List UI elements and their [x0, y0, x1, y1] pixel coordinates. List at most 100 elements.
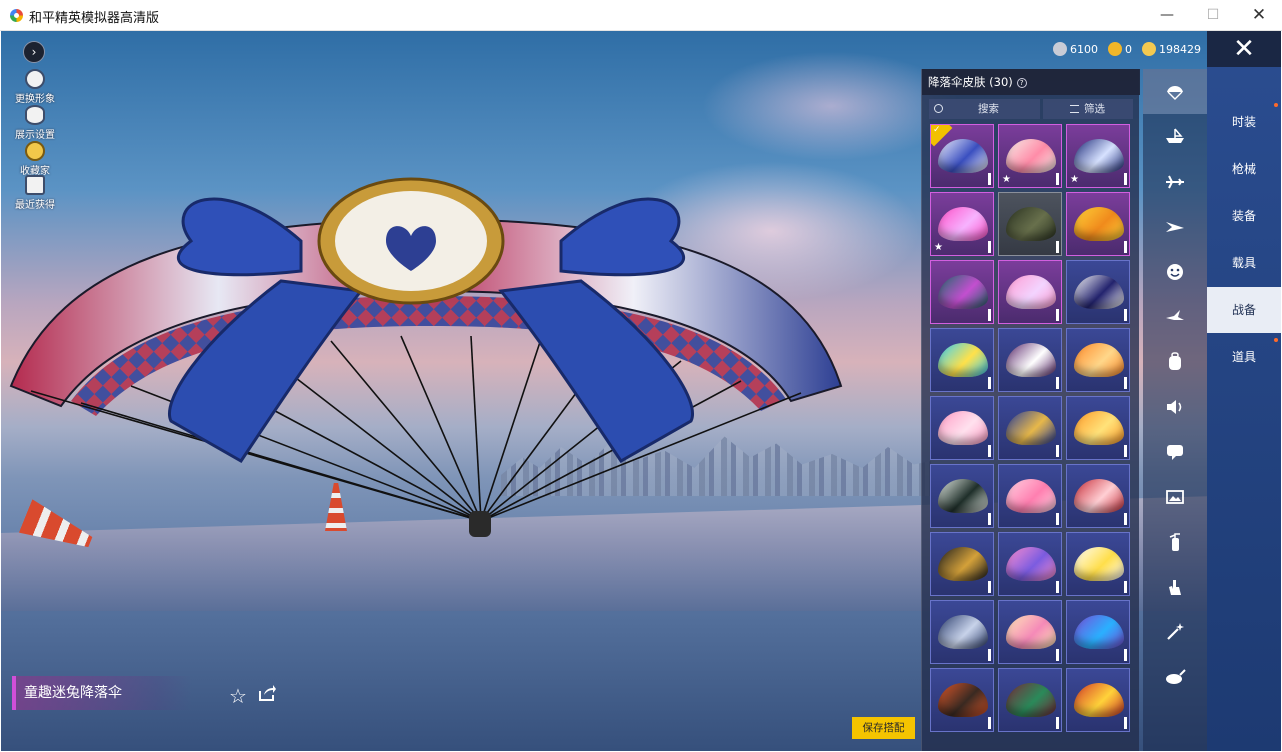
skin-tile[interactable]: [998, 192, 1062, 256]
parachute-thumbnail: [1074, 479, 1124, 513]
tab-2[interactable]: 装备: [1207, 193, 1281, 239]
skin-tile[interactable]: [998, 532, 1062, 596]
tab-0[interactable]: 时装: [1207, 99, 1281, 145]
search-button[interactable]: 搜索: [929, 99, 1040, 119]
owned-count-indicator: [988, 173, 991, 185]
magic-wand-icon: [1167, 623, 1184, 640]
filter-button[interactable]: 筛选: [1043, 99, 1133, 119]
category-button[interactable]: [1143, 564, 1207, 609]
owned-count-indicator: [1124, 717, 1127, 729]
category-button[interactable]: [1143, 114, 1207, 159]
favorite-star-icon[interactable]: ☆: [229, 684, 247, 708]
category-button[interactable]: [1143, 609, 1207, 654]
category-button[interactable]: [1143, 159, 1207, 204]
filter-icon: [1070, 105, 1079, 113]
owned-count-indicator: [1124, 309, 1127, 321]
skin-tile[interactable]: [1066, 464, 1130, 528]
skin-tile[interactable]: [998, 328, 1062, 392]
owned-count-indicator: [988, 309, 991, 321]
parachute-thumbnail: [1074, 547, 1124, 581]
skin-tile[interactable]: [1066, 192, 1130, 256]
category-button[interactable]: [1143, 69, 1207, 114]
skin-tile[interactable]: [998, 260, 1062, 324]
skin-tile[interactable]: [998, 396, 1062, 460]
skin-tile[interactable]: [1066, 396, 1130, 460]
window-title: 和平精英模拟器高清版: [29, 11, 160, 26]
tab-3[interactable]: 载具: [1207, 240, 1281, 286]
skin-tile[interactable]: [930, 668, 994, 732]
skin-tile[interactable]: ★: [930, 192, 994, 256]
category-icon-column: [1143, 69, 1207, 751]
owned-count-indicator: [1056, 377, 1059, 389]
app-logo-icon: [10, 9, 23, 22]
skin-tile[interactable]: ★: [998, 124, 1062, 188]
tab-4[interactable]: 战备: [1207, 287, 1281, 333]
window-close-button[interactable]: ✕: [1236, 0, 1282, 31]
skin-tile[interactable]: [1066, 600, 1130, 664]
owned-count-indicator: [1124, 445, 1127, 457]
owned-count-indicator: [988, 581, 991, 593]
maximize-button[interactable]: ☐: [1190, 0, 1236, 31]
tab-1[interactable]: 枪械: [1207, 146, 1281, 192]
category-button[interactable]: [1143, 654, 1207, 699]
owned-count-indicator: [988, 445, 991, 457]
speaker-icon: [1167, 400, 1182, 414]
parachute-skin-panel: 降落伞皮肤 (30)? 搜索 筛选 ✓ ★ ★ ★: [921, 69, 1140, 751]
main-tab-column: 时装枪械装备 载具 战备 道具: [1207, 67, 1281, 751]
owned-count-indicator: [988, 377, 991, 389]
parachute-thumbnail: [1074, 411, 1124, 445]
skin-tile[interactable]: [1066, 328, 1130, 392]
skin-tile[interactable]: [1066, 532, 1130, 596]
skin-tile[interactable]: [998, 464, 1062, 528]
category-button[interactable]: [1143, 294, 1207, 339]
skin-tile[interactable]: [930, 600, 994, 664]
star-icon: ★: [1002, 174, 1011, 185]
skin-tile[interactable]: [930, 328, 994, 392]
minimize-button[interactable]: —: [1144, 0, 1190, 31]
recently-acquired-button[interactable]: 最近获得: [11, 175, 59, 211]
category-button[interactable]: [1143, 429, 1207, 474]
category-button[interactable]: [1143, 474, 1207, 519]
parachute-thumbnail: [1006, 411, 1056, 445]
parachute-preview[interactable]: [1, 131, 861, 571]
plane-icon: [1166, 175, 1184, 189]
owned-count-indicator: [1056, 513, 1059, 525]
parachute-thumbnail: [938, 207, 988, 241]
tab-5[interactable]: 道具: [1207, 334, 1281, 380]
backpack-icon: [1169, 352, 1181, 370]
category-button[interactable]: [1143, 384, 1207, 429]
display-settings-button[interactable]: 展示设置: [11, 105, 59, 141]
parachute-thumbnail: [1074, 683, 1124, 717]
expand-menu-button[interactable]: ›: [23, 41, 45, 63]
currency-bar: 6100 0 198429: [1053, 39, 1201, 59]
change-appearance-button[interactable]: 更换形象: [11, 69, 59, 105]
hand-gesture-icon: [1169, 580, 1181, 595]
parachute-thumbnail: [938, 275, 988, 309]
eye-icon: [25, 105, 45, 125]
skin-tile[interactable]: [998, 668, 1062, 732]
skin-tile[interactable]: [930, 396, 994, 460]
skin-tile[interactable]: [930, 464, 994, 528]
category-button[interactable]: [1143, 339, 1207, 384]
skin-tile[interactable]: [930, 260, 994, 324]
help-icon[interactable]: ?: [1016, 77, 1027, 88]
close-wardrobe-button[interactable]: ✕: [1207, 31, 1281, 67]
tab-label: 枪械: [1231, 162, 1256, 176]
skin-tile[interactable]: ★: [1066, 124, 1130, 188]
share-icon[interactable]: [257, 683, 277, 703]
parachute-thumbnail: [1006, 275, 1056, 309]
skin-tile[interactable]: [1066, 668, 1130, 732]
category-button[interactable]: [1143, 204, 1207, 249]
picture-frame-icon: [1166, 490, 1184, 504]
skin-tile[interactable]: [930, 532, 994, 596]
collector-button[interactable]: 收藏家: [11, 141, 59, 177]
skin-tile[interactable]: [998, 600, 1062, 664]
save-outfit-button[interactable]: 保存搭配: [852, 717, 915, 739]
category-button[interactable]: [1143, 519, 1207, 564]
star-icon: ★: [1070, 174, 1079, 185]
skin-tile[interactable]: ✓: [930, 124, 994, 188]
parachute-thumbnail: [1006, 479, 1056, 513]
skin-tile[interactable]: [1066, 260, 1130, 324]
category-button[interactable]: [1143, 249, 1207, 294]
owned-count-indicator: [1124, 581, 1127, 593]
